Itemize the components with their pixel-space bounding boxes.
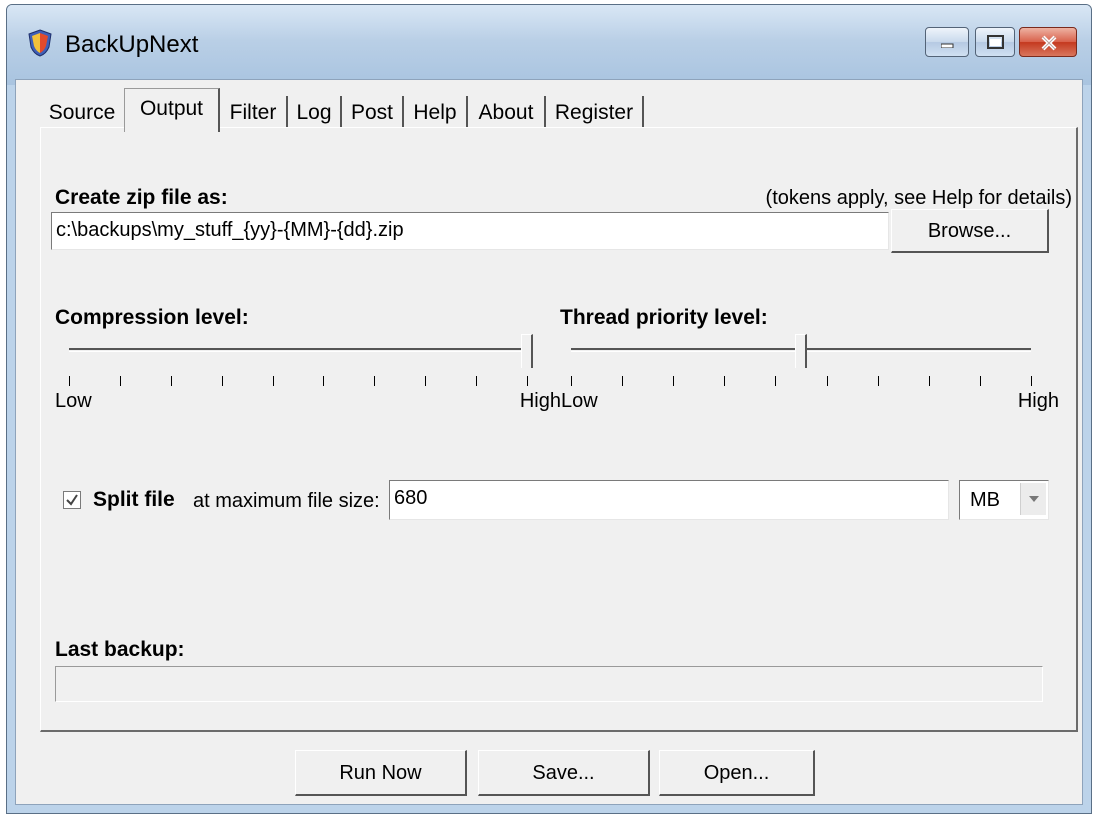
zip-file-label: Create zip file as: xyxy=(55,186,228,209)
compression-slider[interactable]: Low High xyxy=(55,326,561,426)
close-icon xyxy=(1041,35,1057,51)
slider-tick xyxy=(119,376,121,386)
chevron-down-icon xyxy=(1029,496,1039,502)
tab-label: Output xyxy=(139,97,204,120)
zip-path-input[interactable]: c:\backups\my_stuff_{yy}-{MM}-{dd}.zip xyxy=(51,212,889,250)
thread-high-label: High xyxy=(1017,390,1059,412)
tab-label: Post xyxy=(350,101,394,124)
tab-register[interactable]: Register xyxy=(546,96,644,130)
slider-tick xyxy=(374,376,376,386)
maximize-button[interactable] xyxy=(975,27,1015,57)
app-window: BackUpNext Source Output Filter Log Post… xyxy=(6,4,1092,814)
compression-thumb[interactable] xyxy=(521,334,533,368)
open-label: Open... xyxy=(703,762,770,784)
compression-high-label: High xyxy=(519,390,561,412)
title-bar[interactable]: BackUpNext xyxy=(7,5,1091,85)
slider-tick xyxy=(673,376,675,386)
tab-filter[interactable]: Filter xyxy=(220,96,288,130)
last-backup-label: Last backup: xyxy=(55,638,185,661)
run-now-button[interactable]: Run Now xyxy=(295,750,467,796)
thread-thumb[interactable] xyxy=(795,334,807,368)
slider-tick xyxy=(724,376,726,386)
run-now-label: Run Now xyxy=(339,762,422,784)
slider-tick xyxy=(272,376,274,386)
compression-low-label: Low xyxy=(55,390,92,412)
slider-tick xyxy=(323,376,325,386)
client-area: Source Output Filter Log Post Help About… xyxy=(15,79,1083,805)
save-button[interactable]: Save... xyxy=(478,750,650,796)
slider-tick xyxy=(877,376,879,386)
compression-track xyxy=(69,348,527,352)
browse-button[interactable]: Browse... xyxy=(891,209,1049,253)
slider-tick xyxy=(69,376,70,386)
tab-label: Log xyxy=(296,101,332,124)
maximize-icon xyxy=(987,35,1004,49)
thread-priority-slider[interactable]: Low High xyxy=(561,326,1059,426)
window-title: BackUpNext xyxy=(65,31,199,58)
tab-label: About xyxy=(478,101,534,124)
tab-label: Help xyxy=(413,101,457,124)
close-button[interactable] xyxy=(1019,27,1077,57)
slider-tick xyxy=(170,376,172,386)
tab-output[interactable]: Output xyxy=(124,88,220,132)
slider-tick xyxy=(826,376,828,386)
tab-label: Source xyxy=(48,101,116,124)
split-unit-value: MB xyxy=(970,489,1000,511)
tab-log[interactable]: Log xyxy=(288,96,342,130)
slider-tick xyxy=(775,376,777,386)
tab-help[interactable]: Help xyxy=(404,96,468,130)
slider-tick xyxy=(622,376,624,386)
tokens-note: (tokens apply, see Help for details) xyxy=(765,187,1072,209)
split-size-value: 680 xyxy=(394,487,428,509)
split-file-suffix: at maximum file size: xyxy=(193,490,380,512)
tab-source[interactable]: Source xyxy=(40,96,124,130)
slider-tick xyxy=(425,376,427,386)
thread-low-label: Low xyxy=(561,390,598,412)
last-backup-progress xyxy=(55,666,1043,702)
tab-label: Filter xyxy=(229,101,277,124)
open-button[interactable]: Open... xyxy=(659,750,815,796)
slider-tick xyxy=(571,376,572,386)
output-panel: Create zip file as: (tokens apply, see H… xyxy=(40,127,1078,732)
checkmark-icon xyxy=(66,494,78,506)
slider-tick xyxy=(527,376,528,386)
split-unit-select[interactable]: MB xyxy=(959,480,1049,520)
slider-tick xyxy=(928,376,930,386)
minimize-icon xyxy=(941,43,954,48)
tab-post[interactable]: Post xyxy=(342,96,404,130)
slider-tick xyxy=(476,376,478,386)
browse-button-label: Browse... xyxy=(927,220,1012,242)
tab-label: Register xyxy=(554,101,634,124)
slider-tick xyxy=(221,376,223,386)
split-file-label: Split file xyxy=(93,488,175,511)
split-size-input[interactable]: 680 xyxy=(389,480,949,520)
slider-tick xyxy=(979,376,981,386)
split-file-checkbox[interactable] xyxy=(63,491,81,509)
zip-path-value: c:\backups\my_stuff_{yy}-{MM}-{dd}.zip xyxy=(56,219,404,241)
save-label: Save... xyxy=(532,762,595,784)
minimize-button[interactable] xyxy=(925,27,969,57)
tab-about[interactable]: About xyxy=(468,96,546,130)
slider-tick xyxy=(1031,376,1032,386)
shield-icon xyxy=(28,29,52,57)
dropdown-arrow[interactable] xyxy=(1020,483,1046,515)
